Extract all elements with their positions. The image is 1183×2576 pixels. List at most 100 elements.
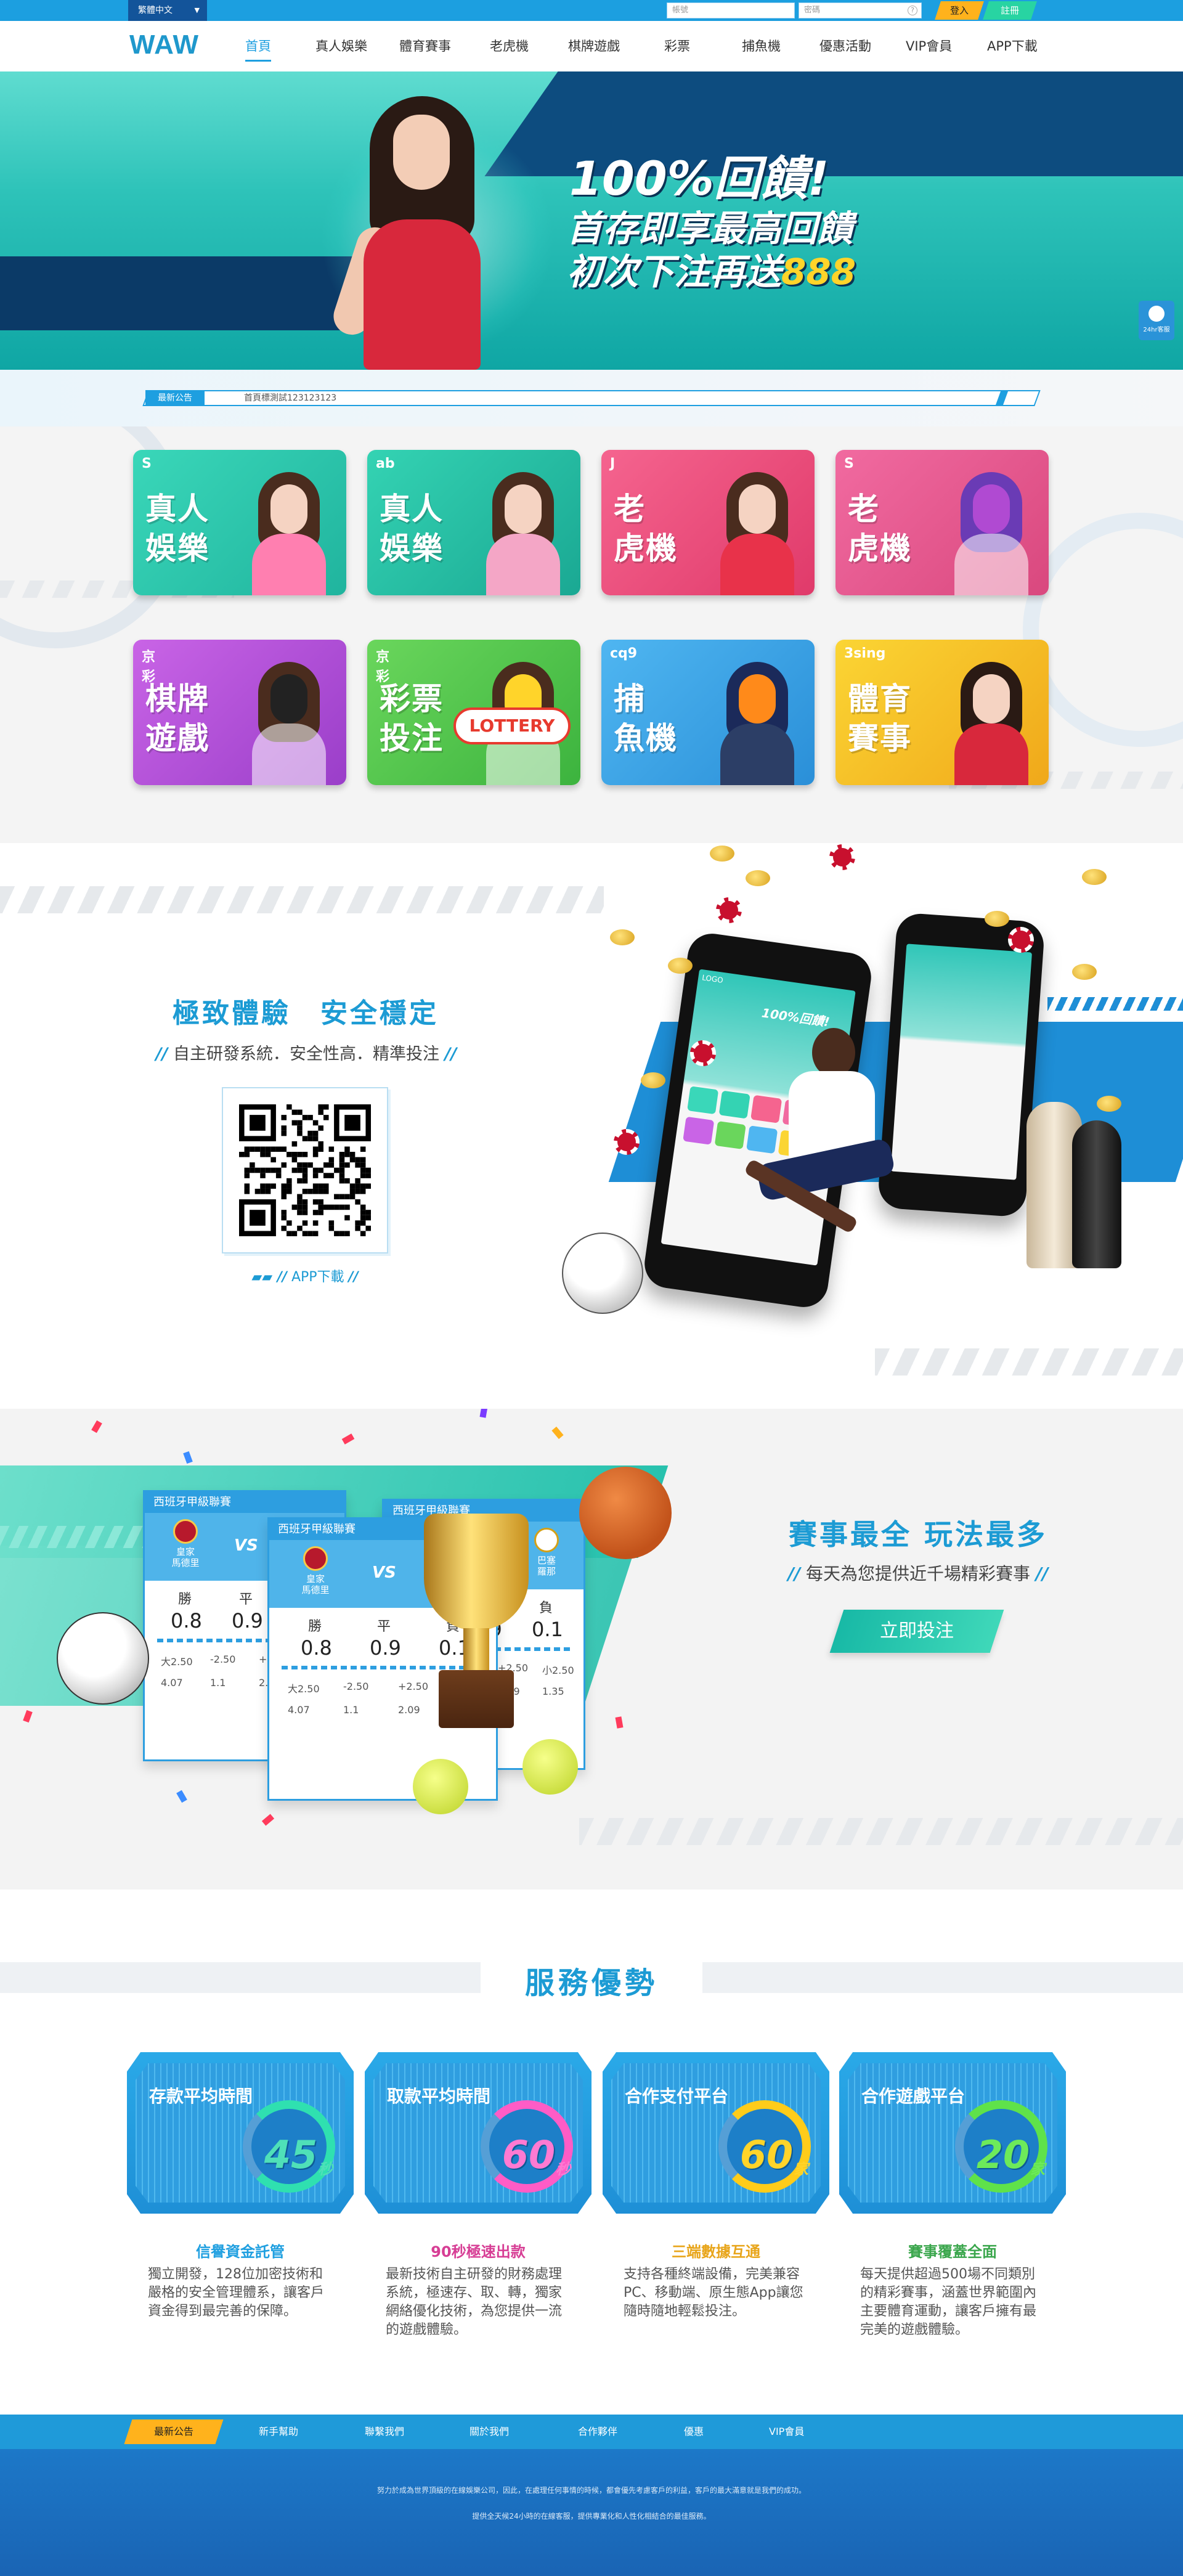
nav-item[interactable]: 真人娛樂 — [315, 37, 367, 62]
service-description: 最新技術自主研發的財務處理系統，極速存、取、轉，獨家網絡優化技術，為您提供一流的… — [386, 2267, 563, 2338]
phone-logo: LOGO — [701, 973, 724, 985]
decor-slash: // — [155, 1045, 168, 1064]
decor-stripes — [0, 1526, 166, 1548]
password-input[interactable]: 密碼 ? — [799, 2, 922, 18]
footer-nav-item[interactable]: 優惠 — [684, 2415, 704, 2449]
nav-item[interactable]: 老虎機 — [490, 37, 529, 62]
account-input[interactable]: 帳號 — [667, 2, 795, 18]
announcement-label[interactable]: 最新公告 — [145, 390, 205, 406]
game-card-image — [243, 656, 335, 785]
main-nav: WAW 首頁 真人娛樂 體育賽事 老虎機 棋牌遊戲 彩票 捕魚機 優惠活動 VIP會員 APP下載 — [0, 21, 1183, 71]
spread-odds[interactable]: 1.1 — [210, 1677, 226, 1689]
customer-service-widget[interactable]: 24hr客服 — [1139, 301, 1174, 340]
odds-label: 平 — [239, 1592, 253, 1607]
language-selector[interactable]: 繁體中文 ▼ — [128, 0, 207, 21]
footer-nav-label: 最新公告 — [153, 2426, 193, 2437]
spread-value[interactable]: -2.50 — [343, 1681, 368, 1692]
game-card[interactable]: 3sing 體育 賽事 — [835, 640, 1049, 785]
spread-odds[interactable]: 4.07 — [288, 1704, 310, 1716]
odds-label: 負 — [539, 1600, 553, 1616]
game-card-title: 體育 賽事 — [848, 681, 912, 756]
odds-label: 勝 — [308, 1619, 322, 1634]
spread-odds[interactable]: 1.35 — [542, 1685, 564, 1697]
spread-odds[interactable]: 1.1 — [343, 1704, 359, 1716]
game-card[interactable]: J 老 虎機 — [601, 450, 815, 595]
odds-value[interactable]: 0.9 — [232, 1609, 263, 1632]
provider-logo-icon: 京彩 — [142, 650, 156, 685]
team-badge-icon — [303, 1546, 328, 1571]
divider — [282, 1666, 484, 1669]
decor-slash: // — [787, 1563, 801, 1584]
odds-label: 平 — [377, 1619, 391, 1634]
service-description: 每天提供超過500場不同類別的精彩賽事，涵蓋世界範圍內主要體育運動，讓客戶擁有最… — [860, 2267, 1037, 2338]
soccer-ball-image — [562, 1233, 643, 1314]
spread-value[interactable]: 大2.50 — [288, 1681, 320, 1695]
team-badge-icon — [534, 1528, 559, 1552]
nav-item[interactable]: 優惠活動 — [819, 37, 871, 62]
qr-code-frame — [222, 1087, 388, 1253]
spread-value[interactable]: -2.50 — [210, 1653, 235, 1665]
nav-item[interactable]: 棋牌遊戲 — [568, 37, 620, 62]
footer-nav-item[interactable]: VIP會員 — [769, 2415, 804, 2449]
game-card[interactable]: ab 真人 娛樂 — [367, 450, 580, 595]
decor-stripes — [875, 1348, 1183, 1376]
spread-value[interactable]: 小2.50 — [542, 1662, 574, 1677]
banner-line3: 初次下注再送888 — [567, 243, 856, 295]
announcement-text[interactable]: 首頁標測試123123123 — [244, 391, 336, 405]
footer-nav-item[interactable]: 新手幫助 — [259, 2415, 298, 2449]
match-subtitle-text: 每天為您提供近千場精彩賽事 — [805, 1563, 1030, 1584]
service-heading: 賽事覆蓋全面 — [908, 2243, 997, 2260]
home-team: 皇家 馬德里 — [291, 1546, 340, 1596]
game-card-title: 老 虎機 — [848, 491, 912, 566]
decor-slash: // — [1035, 1563, 1049, 1584]
phone-mockup-back — [877, 912, 1046, 1218]
stat-value: 60 — [502, 2132, 556, 2177]
register-button[interactable]: 註冊 — [983, 1, 1037, 20]
game-card-title: 棋牌 遊戲 — [145, 681, 209, 756]
provider-logo-icon: ab — [376, 456, 395, 471]
game-card-title: 真人 娛樂 — [145, 491, 209, 566]
odds-value[interactable]: 0.8 — [301, 1636, 332, 1660]
nav-item[interactable]: 彩票 — [664, 37, 690, 62]
footer-nav-item[interactable]: 合作夥伴 — [578, 2415, 617, 2449]
game-card-image — [477, 466, 569, 595]
odds-value[interactable]: 0.9 — [370, 1636, 401, 1660]
stat-label: 合作支付平台 — [625, 2086, 729, 2106]
nav-item[interactable]: 首頁 — [245, 37, 271, 62]
spread-value[interactable]: 大2.50 — [161, 1653, 193, 1668]
game-card[interactable]: 京彩 彩票 投注 LOTTERY — [367, 640, 580, 785]
footer-nav-item[interactable]: 聯繫我們 — [365, 2415, 404, 2449]
spread-odds[interactable]: 4.07 — [161, 1677, 183, 1689]
odds-value[interactable]: 0.1 — [532, 1618, 563, 1641]
bet-now-button[interactable]: 立即投注 — [829, 1610, 1004, 1653]
site-logo[interactable]: WAW — [129, 30, 199, 60]
lottery-badge: LOTTERY — [453, 707, 571, 744]
game-card[interactable]: cq9 捕 魚機 — [601, 640, 815, 785]
banner-model-image — [328, 96, 499, 370]
nav-item[interactable]: 體育賽事 — [399, 37, 451, 62]
nav-item[interactable]: VIP會員 — [906, 37, 952, 62]
spread-value[interactable]: +2.50 — [398, 1681, 428, 1692]
hero-banner[interactable]: 100%回饋! 首存即享最高回饋 初次下注再送888 — [0, 71, 1183, 370]
vs-label: VS — [234, 1536, 258, 1555]
service-advantage-section: 服務優勢 存款平均時間 45 秒信譽資金託管 獨立開發，128位加密技術和嚴格的安全管… — [0, 1889, 1183, 2415]
odds-value[interactable]: 0.8 — [171, 1609, 202, 1632]
nav-item[interactable]: APP下載 — [987, 37, 1038, 62]
spread-odds[interactable]: 2.09 — [398, 1704, 420, 1716]
app-section-title: 極致體驗 安全穩定 — [173, 998, 439, 1029]
banner-line3-highlight: 888 — [781, 251, 856, 293]
help-icon[interactable]: ? — [908, 6, 917, 15]
nav-item[interactable]: 捕魚機 — [742, 37, 781, 62]
password-placeholder: 密碼 — [804, 6, 821, 15]
tennis-ball-image — [413, 1759, 468, 1814]
stat-unit: 家 — [1030, 2161, 1045, 2178]
footer-nav-item[interactable]: 關於我們 — [470, 2415, 509, 2449]
login-button[interactable]: 登入 — [935, 1, 984, 20]
game-card[interactable]: S 老 虎機 — [835, 450, 1049, 595]
stat-value: 45 — [264, 2132, 318, 2177]
game-card[interactable]: S 真人 娛樂 — [133, 450, 346, 595]
game-card[interactable]: 京彩 棋牌 遊戲 — [133, 640, 346, 785]
app-download-link[interactable]: ▰▰ // APP下載 // — [223, 1266, 387, 1286]
qr-code-image — [239, 1104, 371, 1236]
footer-nav-item[interactable]: 最新公告 — [124, 2419, 224, 2444]
